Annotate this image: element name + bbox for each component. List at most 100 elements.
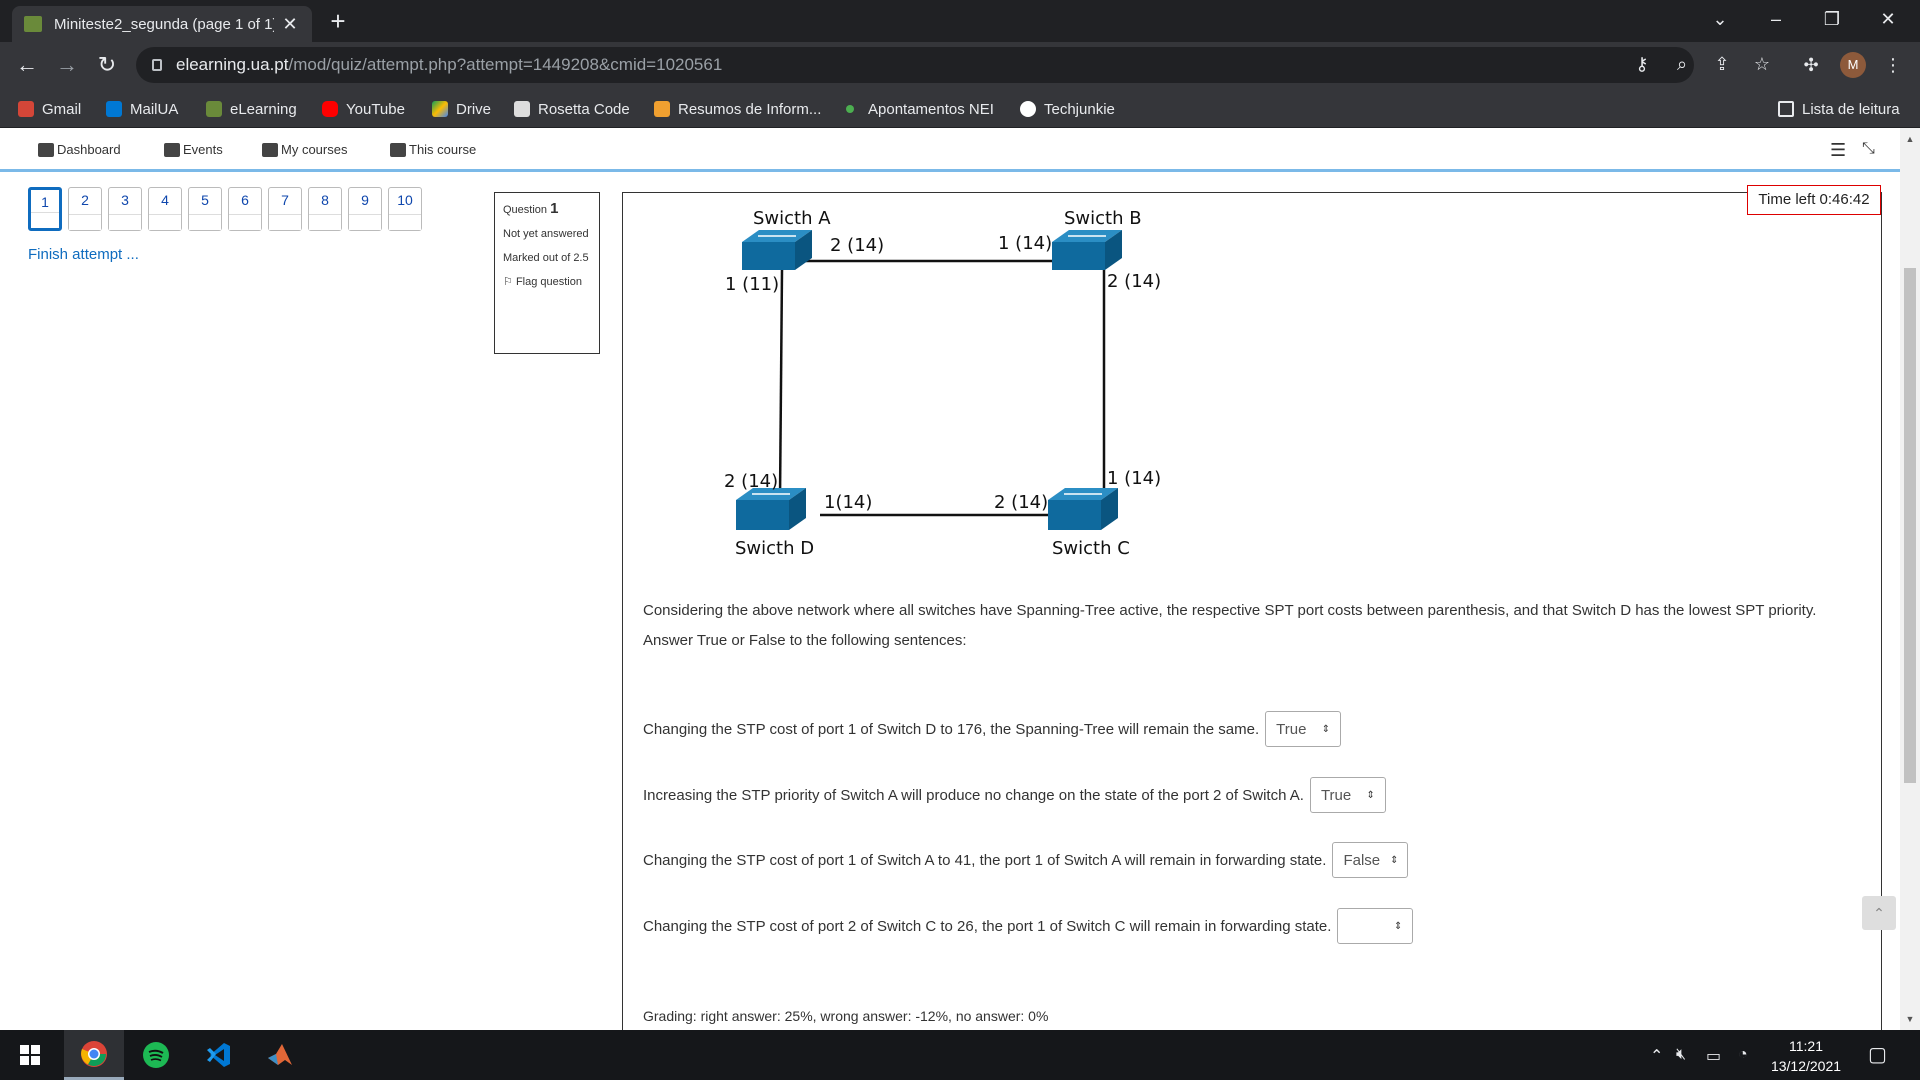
flag-question-button[interactable]: ⚐ Flag question bbox=[503, 274, 591, 290]
briefcase-icon bbox=[262, 142, 278, 157]
restore-button[interactable]: ❐ bbox=[1804, 0, 1860, 38]
answer-select-3[interactable]: False ⇕ bbox=[1332, 842, 1409, 878]
quiz-nav-question-10[interactable]: 10 bbox=[388, 187, 422, 231]
sentence-text: Increasing the STP priority of Switch A … bbox=[643, 786, 1304, 804]
list-view-icon[interactable]: ☰ bbox=[1830, 140, 1846, 161]
bookmark-resumos[interactable]: Resumos de Inform... bbox=[654, 98, 821, 120]
collapse-icon[interactable]: ⤡ bbox=[1862, 140, 1875, 158]
answer-select-1[interactable]: True ⇕ bbox=[1265, 711, 1342, 747]
network-diagram: Swicth A Swicth B Swicth D Swicth C 2 (1… bbox=[724, 208, 1161, 559]
reading-list-button[interactable]: Lista de leitura bbox=[1778, 98, 1900, 120]
bookmarks-bar: Gmail MailUA eLearning YouTube Drive Ros… bbox=[0, 88, 1920, 128]
bookmark-youtube[interactable]: YouTube bbox=[322, 98, 405, 120]
quiz-nav-question-2[interactable]: 2 bbox=[68, 187, 102, 231]
quiz-nav-question-1[interactable]: 1 bbox=[28, 187, 62, 231]
bookmark-gmail[interactable]: Gmail bbox=[18, 98, 81, 120]
rosetta-icon bbox=[514, 101, 530, 117]
back-button[interactable]: ← bbox=[12, 50, 42, 80]
tab-search-icon[interactable]: ⌄ bbox=[1692, 0, 1748, 38]
question-number: 2 bbox=[81, 192, 89, 208]
scroll-up-icon[interactable]: ▲ bbox=[1900, 134, 1920, 144]
nav-label: This course bbox=[409, 142, 477, 157]
bookmark-elearning[interactable]: eLearning bbox=[206, 98, 297, 120]
page-scrollbar[interactable]: ▲ ▼ bbox=[1900, 128, 1920, 1030]
bookmark-label: Resumos de Inform... bbox=[678, 100, 822, 118]
vscode-taskbar-button[interactable] bbox=[188, 1030, 248, 1080]
quiz-nav-question-7[interactable]: 7 bbox=[268, 187, 302, 231]
profile-avatar[interactable]: M bbox=[1840, 52, 1866, 78]
address-bar[interactable]: elearning.ua.pt/mod/quiz/attempt.php?att… bbox=[136, 47, 1694, 83]
nav-this-course[interactable]: This course bbox=[390, 142, 476, 157]
matlab-taskbar-button[interactable] bbox=[250, 1030, 310, 1080]
back-to-top-button[interactable]: ⌃ bbox=[1862, 896, 1896, 930]
switch-b-icon bbox=[1052, 230, 1122, 270]
bookmark-label: Lista de leitura bbox=[1802, 100, 1900, 118]
answer-value: True bbox=[1320, 786, 1352, 804]
reload-button[interactable]: ↻ bbox=[92, 50, 122, 80]
bookmark-techjunkie[interactable]: Techjunkie bbox=[1020, 98, 1115, 120]
quiz-nav-question-4[interactable]: 4 bbox=[148, 187, 182, 231]
lock-icon[interactable] bbox=[152, 59, 162, 71]
zoom-icon[interactable]: ⌕ bbox=[1670, 54, 1694, 75]
bookmark-label: Gmail bbox=[42, 100, 82, 118]
bookmark-apontamentos[interactable]: Apontamentos NEI bbox=[846, 98, 994, 120]
minimize-button[interactable]: – bbox=[1748, 0, 1804, 38]
volume-muted-icon[interactable]: 🔇︎ bbox=[1676, 1046, 1686, 1064]
wifi-icon[interactable]: ◔ bbox=[1738, 1046, 1748, 1064]
tray-chevron-icon[interactable]: ⌃ bbox=[1650, 1046, 1663, 1066]
menu-icon[interactable]: ⋮ bbox=[1880, 52, 1906, 78]
battery-icon[interactable]: ▭ bbox=[1706, 1046, 1721, 1066]
globe-icon bbox=[1020, 101, 1036, 117]
chrome-icon bbox=[81, 1040, 107, 1067]
flag-icon: ⚐ bbox=[503, 276, 513, 288]
quiz-nav-question-3[interactable]: 3 bbox=[108, 187, 142, 231]
nav-label: My courses bbox=[281, 142, 348, 157]
outlook-icon bbox=[106, 101, 122, 117]
forward-button[interactable]: → bbox=[52, 50, 82, 80]
spotify-taskbar-button[interactable] bbox=[126, 1030, 186, 1080]
port-label-b-left: 1 (14) bbox=[998, 233, 1052, 254]
chrome-taskbar-button[interactable] bbox=[64, 1030, 124, 1080]
switch-a-label: Swicth A bbox=[753, 208, 831, 229]
finish-attempt-link[interactable]: Finish attempt ... bbox=[28, 246, 139, 263]
bookmark-rosetta[interactable]: Rosetta Code bbox=[514, 98, 630, 120]
nav-my-courses[interactable]: My courses bbox=[262, 142, 347, 157]
answer-select-2[interactable]: True ⇕ bbox=[1309, 777, 1386, 813]
nav-dashboard[interactable]: Dashboard bbox=[38, 142, 121, 157]
bookmark-star-icon[interactable]: ☆ bbox=[1750, 54, 1774, 75]
spotify-icon bbox=[143, 1042, 169, 1068]
quiz-nav-question-9[interactable]: 9 bbox=[348, 187, 382, 231]
nav-events[interactable]: Events bbox=[164, 142, 223, 157]
dashboard-icon bbox=[38, 142, 54, 157]
share-icon[interactable]: ⇪ bbox=[1710, 54, 1734, 75]
switch-c-icon bbox=[1048, 488, 1118, 530]
matlab-icon bbox=[268, 1044, 292, 1065]
extensions-icon[interactable]: ✣ bbox=[1798, 52, 1824, 78]
windows-taskbar: ⌃ 🔇︎ ▭ ◔ 11:21 13/12/2021 ▢ bbox=[0, 1030, 1920, 1080]
taskbar-clock[interactable]: 11:21 13/12/2021 bbox=[1764, 1036, 1848, 1076]
tab-close-icon[interactable]: ✕ bbox=[280, 14, 300, 35]
url-path: /mod/quiz/attempt.php?attempt=1449208&cm… bbox=[288, 55, 723, 74]
browser-tab[interactable]: Miniteste2_segunda (page 1 of 1) ✕ bbox=[12, 6, 312, 42]
answer-select-4[interactable]: ⇕ bbox=[1337, 908, 1414, 944]
sentence-4: Changing the STP cost of port 2 of Switc… bbox=[643, 908, 1414, 944]
quiz-nav-question-6[interactable]: 6 bbox=[228, 187, 262, 231]
switch-d-label: Swicth D bbox=[735, 538, 814, 559]
quiz-nav-question-8[interactable]: 8 bbox=[308, 187, 342, 231]
notifications-icon[interactable]: ▢ bbox=[1868, 1042, 1887, 1067]
close-window-button[interactable]: ✕ bbox=[1860, 0, 1916, 38]
bookmark-mailua[interactable]: MailUA bbox=[106, 98, 178, 120]
start-button[interactable] bbox=[0, 1030, 60, 1080]
scroll-thumb[interactable] bbox=[1904, 268, 1916, 783]
address-bar-row: ← → ↻ elearning.ua.pt/mod/quiz/attempt.p… bbox=[0, 42, 1920, 88]
question-text: Considering the above network where all … bbox=[643, 602, 1817, 649]
scroll-down-icon[interactable]: ▼ bbox=[1900, 1014, 1920, 1024]
question-info-box: Question 1 Not yet answered Marked out o… bbox=[494, 192, 600, 354]
key-icon[interactable]: ⚷ bbox=[1630, 54, 1654, 75]
quiz-nav-question-5[interactable]: 5 bbox=[188, 187, 222, 231]
new-tab-button[interactable]: + bbox=[324, 8, 352, 36]
bookmark-drive[interactable]: Drive bbox=[432, 98, 491, 120]
question-state-bar bbox=[149, 214, 181, 230]
nav-label: Events bbox=[183, 142, 223, 157]
select-caret-icon: ⇕ bbox=[1390, 854, 1399, 866]
